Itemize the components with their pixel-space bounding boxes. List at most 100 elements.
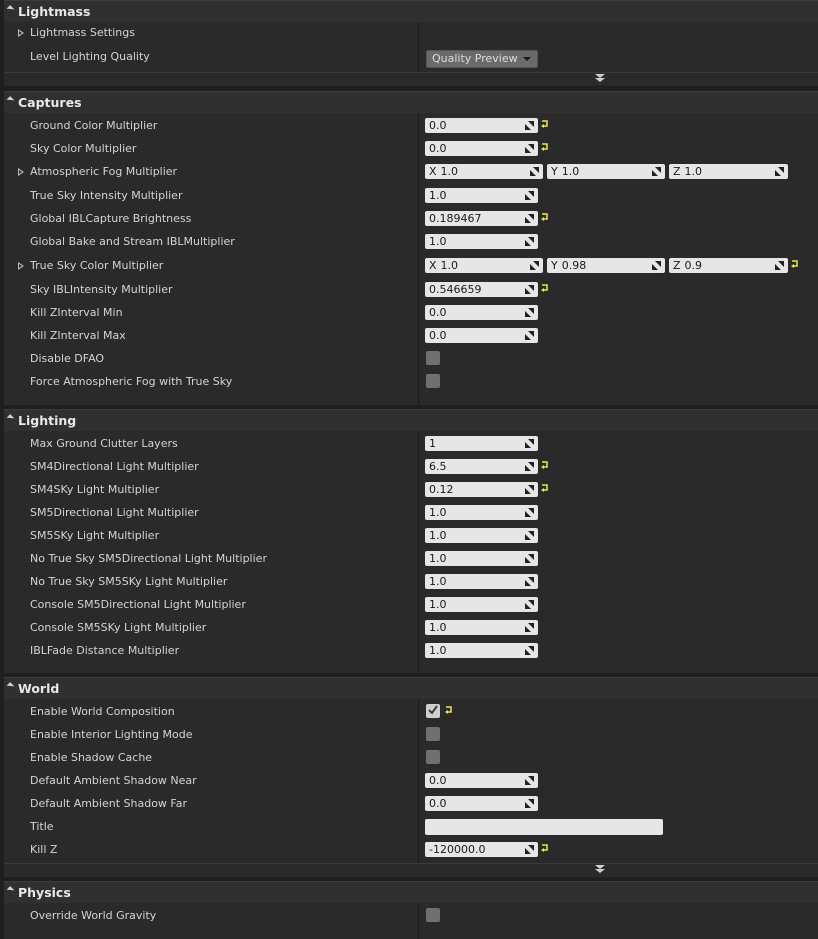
lighting-value-input[interactable]: 0.12 bbox=[425, 482, 538, 497]
spin-icon[interactable] bbox=[525, 845, 534, 854]
spin-icon[interactable] bbox=[525, 214, 534, 223]
input-value: 1.0 bbox=[684, 165, 703, 178]
input-value: 1.0 bbox=[440, 165, 459, 178]
spin-icon[interactable] bbox=[525, 485, 534, 494]
spin-icon[interactable] bbox=[525, 439, 534, 448]
lighting-value-input[interactable]: 1.0 bbox=[425, 597, 538, 612]
kill-zinterval-max-input[interactable]: 0.0 bbox=[425, 328, 538, 343]
spin-icon[interactable] bbox=[525, 237, 534, 246]
world-composition-checkbox[interactable] bbox=[426, 704, 440, 718]
chevron-down-icon bbox=[523, 57, 531, 61]
spin-icon[interactable] bbox=[652, 261, 661, 270]
sky-color-multiplier-input[interactable]: 0.0 bbox=[425, 141, 538, 156]
reset-to-default-icon[interactable] bbox=[540, 212, 549, 221]
lighting-value-input[interactable]: 1.0 bbox=[425, 505, 538, 520]
level-lighting-quality-dropdown[interactable]: Quality Preview bbox=[426, 50, 538, 68]
property-label: Title bbox=[30, 820, 54, 833]
property-label: Global Bake and Stream IBLMultiplier bbox=[30, 235, 235, 248]
interior-lighting-checkbox[interactable] bbox=[426, 727, 440, 741]
spin-icon[interactable] bbox=[525, 331, 534, 340]
reset-to-default-icon[interactable] bbox=[790, 259, 799, 268]
show-advanced-button[interactable] bbox=[4, 863, 818, 875]
ambient-shadow-far-input[interactable]: 0.0 bbox=[425, 796, 538, 811]
spin-icon[interactable] bbox=[525, 600, 534, 609]
atmospheric-fog-x-input[interactable]: X 1.0 bbox=[425, 164, 543, 179]
ground-color-multiplier-input[interactable]: 0.0 bbox=[425, 118, 538, 133]
global-bake-input[interactable]: 1.0 bbox=[425, 234, 538, 249]
spin-icon[interactable] bbox=[525, 554, 534, 563]
spin-icon[interactable] bbox=[530, 167, 539, 176]
category-header-world[interactable]: World bbox=[4, 677, 818, 699]
input-value: 1.0 bbox=[440, 259, 459, 272]
true-sky-color-x-input[interactable]: X 1.0 bbox=[425, 258, 543, 273]
input-value: 0.189467 bbox=[429, 212, 482, 225]
lighting-value-input[interactable]: 6.5 bbox=[425, 459, 538, 474]
ambient-shadow-near-input[interactable]: 0.0 bbox=[425, 773, 538, 788]
kill-z-input[interactable]: -120000.0 bbox=[425, 842, 538, 857]
category-title: Lighting bbox=[18, 413, 77, 428]
spin-icon[interactable] bbox=[530, 261, 539, 270]
atmospheric-fog-y-input[interactable]: Y 1.0 bbox=[547, 164, 665, 179]
lighting-value-input[interactable]: 1.0 bbox=[425, 574, 538, 589]
input-value: 0.12 bbox=[429, 483, 454, 496]
lighting-value-input[interactable]: 1.0 bbox=[425, 620, 538, 635]
true-sky-color-z-input[interactable]: Z 0.9 bbox=[669, 258, 788, 273]
spin-icon[interactable] bbox=[525, 191, 534, 200]
show-advanced-button[interactable] bbox=[4, 72, 818, 84]
input-value: 0.0 bbox=[429, 774, 447, 787]
category-header-lightmass[interactable]: Lightmass bbox=[4, 0, 818, 22]
category-header-physics[interactable]: Physics bbox=[4, 881, 818, 903]
category-header-captures[interactable]: Captures bbox=[4, 91, 818, 113]
reset-to-default-icon[interactable] bbox=[444, 705, 453, 714]
sky-ibl-intensity-input[interactable]: 0.546659 bbox=[425, 282, 538, 297]
global-ibl-brightness-input[interactable]: 0.189467 bbox=[425, 211, 538, 226]
spin-icon[interactable] bbox=[525, 308, 534, 317]
property-row-ground-color-multiplier: Ground Color Multiplier 0.0 bbox=[4, 115, 818, 138]
expand-icon[interactable] bbox=[18, 262, 24, 270]
spin-icon[interactable] bbox=[525, 646, 534, 655]
reset-to-default-icon[interactable] bbox=[540, 843, 549, 852]
true-sky-intensity-input[interactable]: 1.0 bbox=[425, 188, 538, 203]
spin-icon[interactable] bbox=[652, 167, 661, 176]
spin-icon[interactable] bbox=[525, 462, 534, 471]
input-value: 1.0 bbox=[429, 644, 447, 657]
spin-icon[interactable] bbox=[525, 531, 534, 540]
lighting-value-input[interactable]: 1.0 bbox=[425, 528, 538, 543]
property-row-global-ibl-brightness: Global IBLCapture Brightness 0.189467 bbox=[4, 208, 818, 231]
property-row-sky-color-multiplier: Sky Color Multiplier 0.0 bbox=[4, 138, 818, 161]
spin-icon[interactable] bbox=[525, 623, 534, 632]
spin-icon[interactable] bbox=[525, 508, 534, 517]
title-text-field[interactable] bbox=[425, 819, 663, 835]
shadow-cache-checkbox[interactable] bbox=[426, 750, 440, 764]
lighting-value-input[interactable]: 1.0 bbox=[425, 551, 538, 566]
property-label: Disable DFAO bbox=[30, 352, 105, 365]
reset-to-default-icon[interactable] bbox=[540, 283, 549, 292]
expand-icon[interactable] bbox=[18, 168, 24, 176]
expand-icon[interactable] bbox=[18, 29, 24, 37]
true-sky-color-y-input[interactable]: Y 0.98 bbox=[547, 258, 665, 273]
spin-icon[interactable] bbox=[525, 121, 534, 130]
kill-zinterval-min-input[interactable]: 0.0 bbox=[425, 305, 538, 320]
reset-to-default-icon[interactable] bbox=[540, 119, 549, 128]
reset-to-default-icon[interactable] bbox=[540, 142, 549, 151]
input-value: 0.0 bbox=[429, 119, 447, 132]
category-title: World bbox=[18, 681, 60, 696]
spin-icon[interactable] bbox=[525, 776, 534, 785]
input-value: 1.0 bbox=[429, 189, 447, 202]
spin-icon[interactable] bbox=[525, 577, 534, 586]
spin-icon[interactable] bbox=[525, 799, 534, 808]
lighting-value-input[interactable]: 1.0 bbox=[425, 643, 538, 658]
property-row-lightmass-settings[interactable]: Lightmass Settings bbox=[4, 22, 818, 45]
reset-to-default-icon[interactable] bbox=[540, 460, 549, 469]
lighting-value-input[interactable]: 1 bbox=[425, 436, 538, 451]
disable-dfao-checkbox[interactable] bbox=[426, 351, 440, 365]
spin-icon[interactable] bbox=[525, 144, 534, 153]
spin-icon[interactable] bbox=[525, 285, 534, 294]
category-header-lighting[interactable]: Lighting bbox=[4, 409, 818, 431]
spin-icon[interactable] bbox=[775, 261, 784, 270]
spin-icon[interactable] bbox=[775, 167, 784, 176]
override-gravity-checkbox[interactable] bbox=[426, 908, 440, 922]
atmospheric-fog-z-input[interactable]: Z 1.0 bbox=[669, 164, 788, 179]
reset-to-default-icon[interactable] bbox=[540, 483, 549, 492]
force-atmo-fog-checkbox[interactable] bbox=[426, 374, 440, 388]
